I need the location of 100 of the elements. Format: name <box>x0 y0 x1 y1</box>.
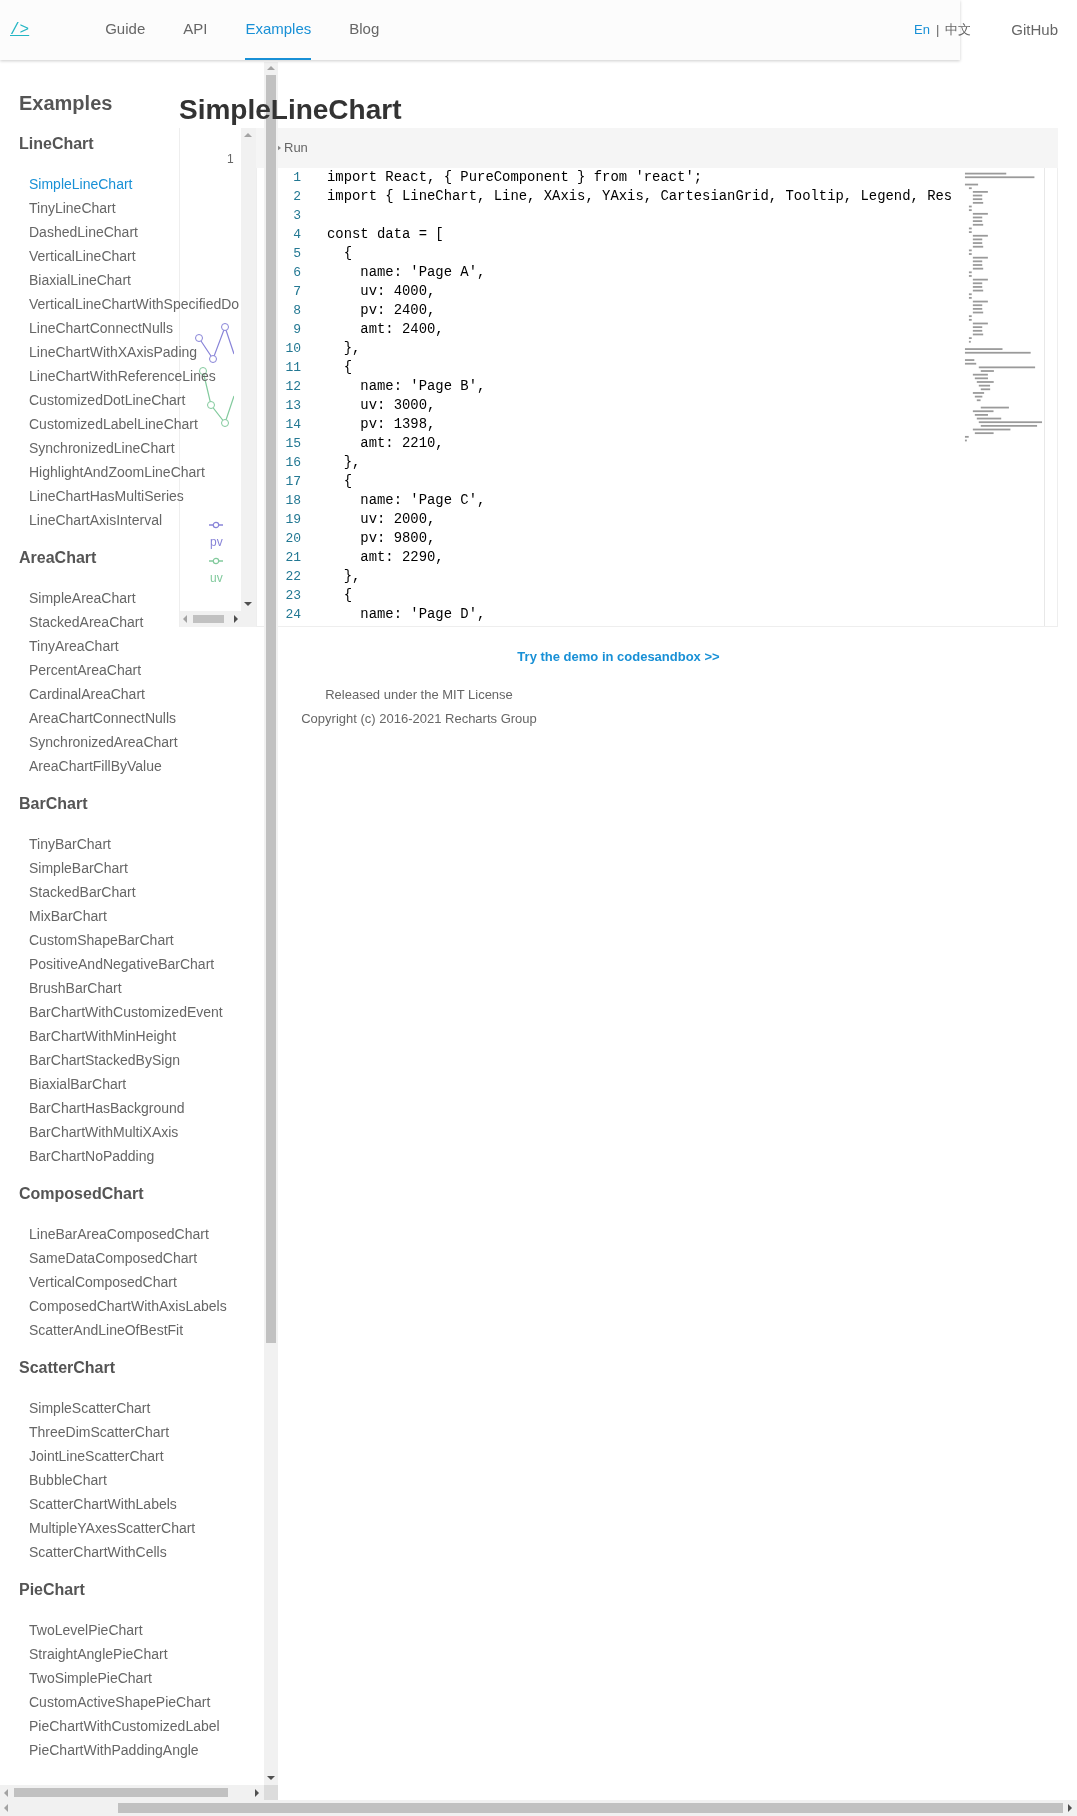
sidebar-item[interactable]: MixBarChart <box>0 904 107 928</box>
sidebar-item[interactable]: SimpleLineChart <box>0 172 133 196</box>
codesandbox-link[interactable]: Try the demo in codesandbox >> <box>517 647 720 667</box>
code-line: { <box>342 586 352 605</box>
sidebar-item[interactable]: BubbleChart <box>0 1468 107 1492</box>
sidebar-item[interactable]: VerticalComposedChart <box>0 1270 177 1294</box>
sidebar-title: Examples <box>18 91 113 116</box>
language-link[interactable]: 中文 <box>945 20 972 40</box>
sidebar-item[interactable]: BiaxialBarChart <box>0 1072 127 1096</box>
language-link[interactable]: En <box>914 20 930 40</box>
sidebar-item[interactable]: CustomActiveShapePieChart <box>0 1690 211 1714</box>
sidebar-item[interactable]: LineBarAreaComposedChart <box>0 1222 209 1246</box>
scroll-arrow-icon[interactable] <box>267 1776 275 1780</box>
sidebar-item[interactable]: SameDataComposedChart <box>0 1246 198 1270</box>
github-link[interactable]: GitHub <box>1011 18 1058 42</box>
sidebar-item[interactable]: LineChartWithXAxisPading <box>0 340 198 364</box>
sidebar-item[interactable]: PercentAreaChart <box>0 658 142 682</box>
line-number: 4 <box>292 226 301 244</box>
line-number: 22 <box>284 568 301 586</box>
code-line: name: 'Page A', <box>359 263 486 282</box>
sidebar-item[interactable]: SynchronizedAreaChart <box>0 730 178 754</box>
sidebar-item[interactable]: MultipleYAxesScatterChart <box>0 1516 196 1540</box>
sidebar-item[interactable]: LineChartHasMultiSeries <box>0 484 184 508</box>
sidebar-item[interactable]: ScatterChartWithCells <box>0 1540 167 1564</box>
sidebar-item[interactable]: SimpleScatterChart <box>0 1396 151 1420</box>
sidebar-item[interactable]: ThreeDimScatterChart <box>0 1420 170 1444</box>
line-number: 9 <box>292 321 301 339</box>
nav-link[interactable]: API <box>183 0 208 60</box>
horizontal-scrollbar[interactable] <box>0 1785 264 1800</box>
sidebar-item[interactable]: VerticalLineChart <box>0 244 136 268</box>
code-line: pv: 2400, <box>359 301 436 320</box>
sidebar-item[interactable]: LineChartWithReferenceLines <box>0 364 216 388</box>
sidebar-item[interactable]: PieChartWithPaddingAngle <box>0 1738 199 1762</box>
sidebar-item[interactable]: JointLineScatterChart <box>0 1444 164 1468</box>
sidebar-item[interactable]: BarChartWithMultiXAxis <box>0 1120 179 1144</box>
sidebar-item[interactable]: StackedBarChart <box>0 880 136 904</box>
sidebar-item[interactable]: LineChartAxisInterval <box>0 508 163 532</box>
line-number: 10 <box>284 340 301 358</box>
run-button[interactable]: Run <box>277 138 308 158</box>
code-line: const data = [ <box>327 225 444 244</box>
sidebar-item[interactable]: PieChartWithCustomizedLabel <box>0 1714 220 1738</box>
sidebar-item[interactable]: SimpleAreaChart <box>0 586 136 610</box>
sidebar-item[interactable]: SynchronizedLineChart <box>0 436 175 460</box>
sidebar-item[interactable]: BarChartWithCustomizedEvent <box>0 1000 223 1024</box>
code-line: uv: 2000, <box>359 510 436 529</box>
nav-link[interactable]: Guide <box>105 0 146 60</box>
sidebar-item[interactable]: TinyBarChart <box>0 832 111 856</box>
sidebar-item[interactable]: SimpleBarChart <box>0 856 128 880</box>
horizontal-scrollbar[interactable] <box>0 1800 1077 1816</box>
code-line: pv: 1398, <box>359 415 436 434</box>
nav-link[interactable]: Blog <box>349 0 380 60</box>
sidebar-item[interactable]: PositiveAndNegativeBarChart <box>0 952 215 976</box>
sidebar-item[interactable]: VerticalLineChartWithSpecifiedDo <box>0 292 240 316</box>
sidebar-item[interactable]: TinyLineChart <box>0 196 116 220</box>
sidebar-item[interactable]: AreaChartConnectNulls <box>0 706 177 730</box>
sidebar-item[interactable]: BarChartStackedBySign <box>0 1048 180 1072</box>
scroll-arrow-icon[interactable] <box>1068 1804 1072 1812</box>
code-line: }, <box>342 339 361 358</box>
sidebar-item[interactable]: CardinalAreaChart <box>0 682 145 706</box>
sidebar-item[interactable]: HighlightAndZoomLineChart <box>0 460 205 484</box>
sidebar-item[interactable]: DashedLineChart <box>0 220 138 244</box>
line-number: 13 <box>284 397 301 415</box>
sidebar-item[interactable]: BarChartHasBackground <box>0 1096 185 1120</box>
sidebar-item[interactable]: BiaxialLineChart <box>0 268 131 292</box>
sidebar-item[interactable]: BrushBarChart <box>0 976 122 1000</box>
horizontal-scrollbar[interactable] <box>180 611 256 627</box>
sidebar-item[interactable]: TwoLevelPieChart <box>0 1618 143 1642</box>
code-line: }, <box>342 567 361 586</box>
code-line: amt: 2400, <box>359 320 444 339</box>
group-heading: LineChart <box>18 134 94 154</box>
code-line: uv: 4000, <box>359 282 436 301</box>
scrollbar-thumb[interactable] <box>193 615 224 623</box>
page-title: SimpleLineChart <box>179 93 402 127</box>
code-line: amt: 2290, <box>359 548 444 567</box>
line-number: 5 <box>292 245 301 263</box>
sidebar-item[interactable]: LineChartConnectNulls <box>0 316 173 340</box>
line-number: 14 <box>284 416 301 434</box>
sidebar-item[interactable]: StackedAreaChart <box>0 610 144 634</box>
sidebar-item[interactable]: TwoSimplePieChart <box>0 1666 152 1690</box>
code-line: }, <box>342 453 361 472</box>
sidebar-item[interactable]: AreaChartFillByValue <box>0 754 162 778</box>
sidebar-item[interactable]: CustomShapeBarChart <box>0 928 174 952</box>
nav-link[interactable]: Examples <box>245 0 312 60</box>
sidebar-item[interactable]: CustomizedLabelLineChart <box>0 412 198 436</box>
sidebar-item[interactable]: BarChartNoPadding <box>0 1144 155 1168</box>
sidebar-item[interactable]: ComposedChartWithAxisLabels <box>0 1294 227 1318</box>
code-line: name: 'Page B', <box>359 377 486 396</box>
sidebar-item[interactable]: BarChartWithMinHeight <box>0 1024 177 1048</box>
scrollbar-thumb[interactable] <box>118 1803 1063 1813</box>
scroll-arrow-icon[interactable] <box>234 615 238 623</box>
scroll-arrow-icon[interactable] <box>244 602 252 606</box>
sidebar-item[interactable]: StraightAnglePieChart <box>0 1642 168 1666</box>
vertical-scrollbar[interactable] <box>241 128 256 611</box>
sidebar-item[interactable]: ScatterChartWithLabels <box>0 1492 177 1516</box>
code-line: amt: 2210, <box>359 434 444 453</box>
separator: | <box>935 21 940 40</box>
sidebar-item[interactable]: CustomizedDotLineChart <box>0 388 186 412</box>
sidebar-item[interactable]: TinyAreaChart <box>0 634 119 658</box>
scrollbar-thumb[interactable] <box>14 1788 228 1797</box>
sidebar-item[interactable]: ScatterAndLineOfBestFit <box>0 1318 184 1342</box>
